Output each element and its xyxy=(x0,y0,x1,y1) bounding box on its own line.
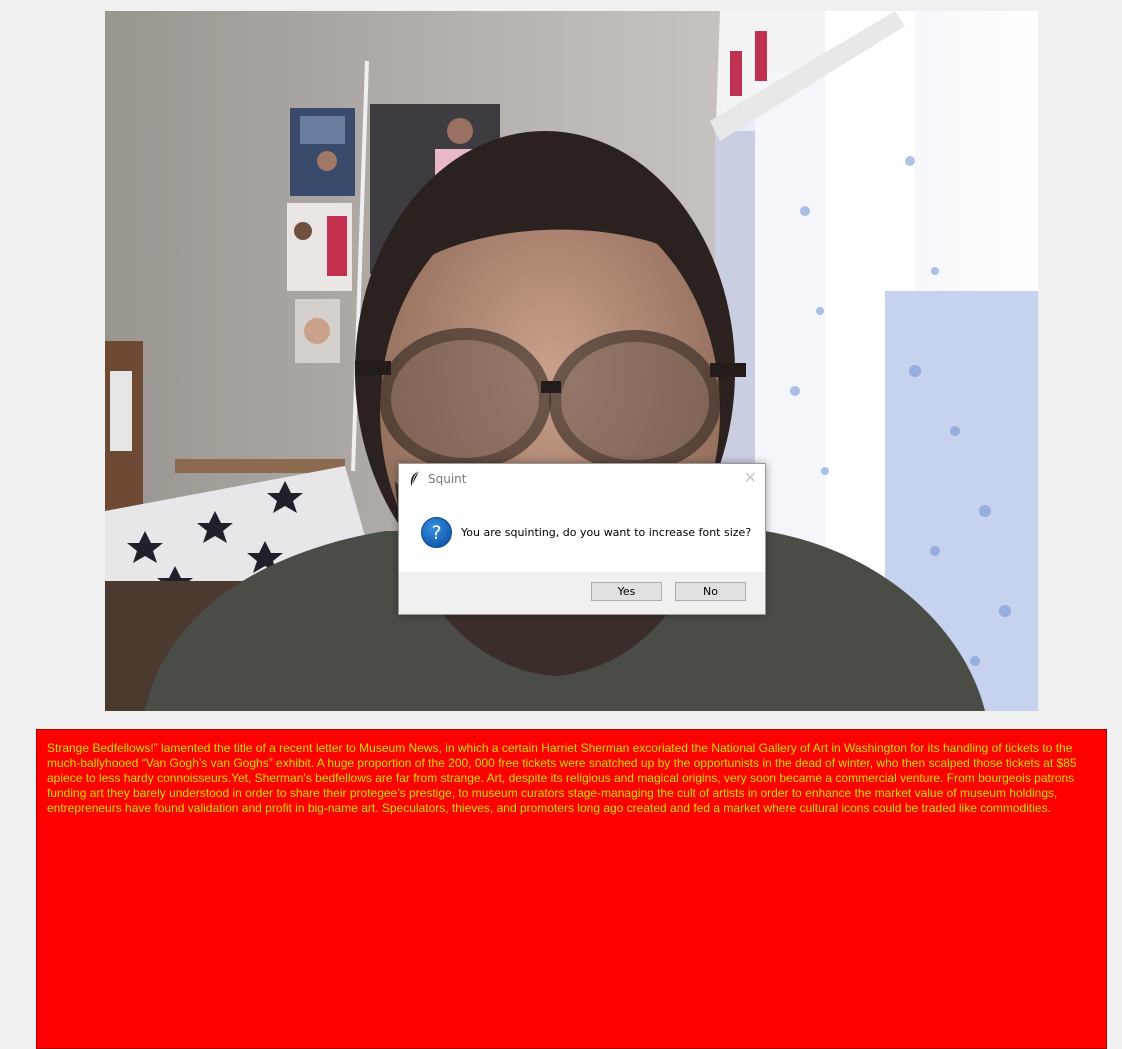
yes-button[interactable]: Yes xyxy=(591,582,662,601)
article-text: Strange Bedfellows!” lamented the title … xyxy=(47,741,1077,815)
svg-text:?: ? xyxy=(431,522,441,544)
feather-icon xyxy=(409,470,421,487)
dialog-titlebar[interactable]: Squint ✕ xyxy=(399,464,765,494)
squint-dialog: Squint ✕ ? You are squinting, do you wan… xyxy=(398,463,766,615)
no-button[interactable]: No xyxy=(675,582,746,601)
close-icon[interactable]: ✕ xyxy=(744,468,757,488)
dialog-message: You are squinting, do you want to increa… xyxy=(461,526,752,539)
text-panel: Strange Bedfellows!” lamented the title … xyxy=(36,729,1107,1049)
dialog-button-bar: Yes No xyxy=(399,572,765,614)
dialog-title: Squint xyxy=(428,472,467,486)
dialog-body: ? You are squinting, do you want to incr… xyxy=(399,494,765,572)
question-icon: ? xyxy=(421,517,452,548)
